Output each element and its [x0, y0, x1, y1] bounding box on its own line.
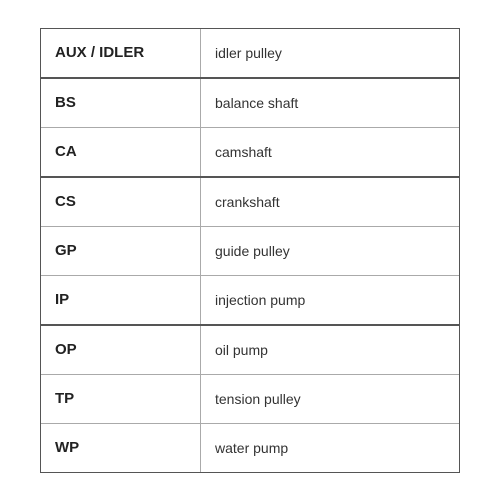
table-row: WPwater pump [41, 424, 459, 472]
table-row: IPinjection pump [41, 276, 459, 326]
abbreviations-table: AUX / IDLERidler pulleyBSbalance shaftCA… [40, 28, 460, 473]
description-cell: guide pulley [201, 227, 459, 275]
table-row: TPtension pulley [41, 375, 459, 424]
description-cell: oil pump [201, 326, 459, 374]
abbreviation-cell: TP [41, 375, 201, 423]
abbreviation-cell: GP [41, 227, 201, 275]
abbreviation-cell: OP [41, 326, 201, 374]
abbreviation-cell: AUX / IDLER [41, 29, 201, 77]
description-cell: idler pulley [201, 29, 459, 77]
description-cell: tension pulley [201, 375, 459, 423]
abbreviation-cell: CS [41, 178, 201, 226]
description-cell: water pump [201, 424, 459, 472]
description-cell: injection pump [201, 276, 459, 324]
table-row: CAcamshaft [41, 128, 459, 178]
abbreviation-cell: BS [41, 79, 201, 127]
abbreviation-cell: CA [41, 128, 201, 176]
table-row: CScrankshaft [41, 178, 459, 227]
abbreviation-cell: WP [41, 424, 201, 472]
table-row: GPguide pulley [41, 227, 459, 276]
table-row: BSbalance shaft [41, 79, 459, 128]
description-cell: balance shaft [201, 79, 459, 127]
table-row: OPoil pump [41, 326, 459, 375]
description-cell: camshaft [201, 128, 459, 176]
abbreviation-cell: IP [41, 276, 201, 324]
table-row: AUX / IDLERidler pulley [41, 29, 459, 79]
description-cell: crankshaft [201, 178, 459, 226]
